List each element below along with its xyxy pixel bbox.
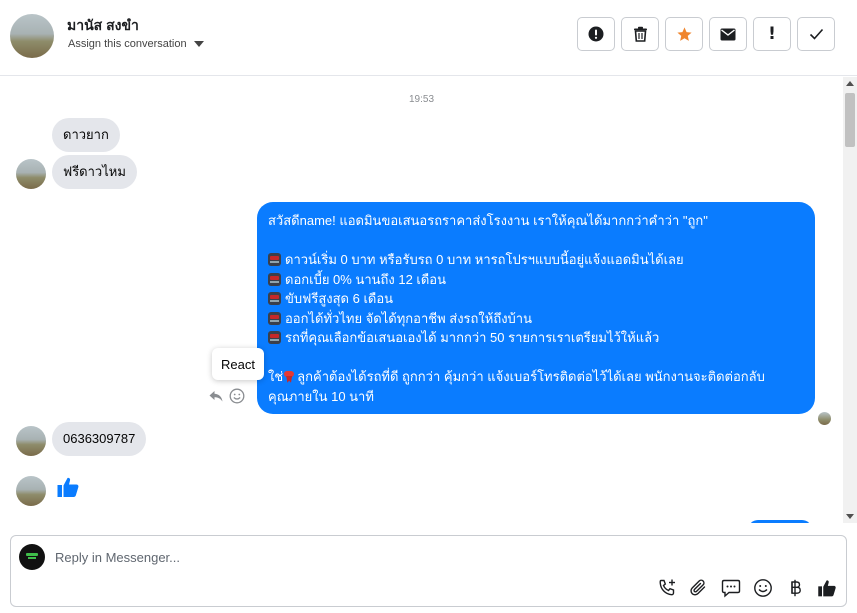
scroll-thumb[interactable] (845, 93, 855, 147)
chat-bubble-icon (721, 579, 740, 598)
send-like-button[interactable] (816, 577, 837, 598)
spam-button[interactable]: ! (753, 17, 791, 51)
delete-button[interactable] (621, 17, 659, 51)
paperclip-icon (689, 578, 705, 595)
phone-plus-icon (659, 579, 675, 595)
mark-done-button[interactable] (797, 17, 835, 51)
star-icon (676, 26, 692, 41)
react-tooltip: React (212, 348, 264, 380)
chevron-down-icon (193, 41, 204, 47)
message-scrollbar[interactable] (843, 77, 857, 523)
trash-icon (633, 26, 647, 42)
outgoing-message[interactable]: สวัสดีname! แอดมินขอเสนอรถราคาส่งโรงงาน … (257, 202, 815, 414)
mark-unread-button[interactable] (709, 17, 747, 51)
message-line: ขับฟรีสูงสุด 6 เดือน (285, 291, 394, 306)
emoji-icon (753, 578, 772, 597)
message-composer (10, 535, 847, 607)
composer-toolbar (656, 577, 837, 598)
conversation-header: มานัส สงขำ Assign this conversation ! (0, 0, 857, 76)
header-actions: ! (577, 17, 835, 51)
scroll-up-arrow[interactable] (846, 81, 854, 86)
message-line: รถที่คุณเลือกข้อเสนอเองได้ มากกว่า 50 รา… (285, 330, 660, 345)
car-emoji-icon (268, 272, 281, 286)
incoming-message[interactable]: 0636309787 (52, 422, 147, 456)
reply-icon[interactable] (208, 388, 224, 404)
message-line: ใช่ (268, 369, 284, 384)
exclamation-icon: ! (768, 24, 776, 44)
message-line: ลูกค้าต้องได้รถที่ดี ถูกกว่า คุ้มกว่า แจ… (297, 369, 765, 384)
assign-label: Assign this conversation (68, 38, 187, 50)
alert-button[interactable] (577, 17, 615, 51)
avatar (16, 426, 46, 456)
smiley-react-icon[interactable] (229, 388, 245, 404)
message-line: ออกได้ทั่วไทย จัดได้ทุกอาชีพ ส่งรถให้ถึง… (285, 310, 532, 326)
message-timestamp: 19:53 (408, 94, 435, 105)
alert-circle-icon (588, 26, 604, 42)
checkmark-icon (809, 28, 823, 40)
incoming-message[interactable]: ฟรีดาวไหม (52, 155, 137, 189)
call-button[interactable] (656, 577, 677, 598)
thumbs-up-icon (817, 579, 836, 596)
envelope-icon (720, 28, 736, 40)
message-line: ดอกเบี้ย 0% นานถึง 12 เดือน (285, 271, 447, 287)
car-emoji-icon (268, 311, 281, 325)
incoming-message[interactable]: ดาวยาก (52, 118, 120, 152)
thumbs-up-icon[interactable] (56, 475, 80, 499)
star-button[interactable] (665, 17, 703, 51)
outgoing-message[interactable] (748, 520, 812, 523)
assign-conversation-dropdown[interactable]: Assign this conversation (68, 38, 204, 50)
car-emoji-icon (268, 292, 281, 306)
reply-input[interactable] (55, 546, 755, 568)
ribbon-emoji-icon (283, 370, 295, 384)
attach-button[interactable] (688, 577, 709, 598)
message-line: ดาวน์เริ่ม 0 บาท หรือรับรถ 0 บาท หารถโปร… (285, 252, 684, 267)
scroll-down-arrow[interactable] (846, 514, 854, 519)
car-emoji-icon (268, 331, 281, 345)
payment-button[interactable] (784, 577, 805, 598)
message-line: สวัสดีname! แอดมินขอเสนอรถราคาส่งโรงงาน … (268, 213, 708, 228)
message-line: คุณภายใน 10 นาที (268, 388, 374, 404)
contact-name[interactable]: มานัส สงขำ (67, 15, 139, 37)
emoji-button[interactable] (752, 577, 773, 598)
avatar (16, 476, 46, 506)
saved-replies-button[interactable] (720, 577, 741, 598)
avatar[interactable] (10, 14, 54, 58)
page-avatar (19, 544, 45, 570)
message-thread[interactable]: 19:53 ดาวยาก ฟรีดาวไหม สวัสดีname! แอดมิ… (0, 77, 843, 523)
seen-avatar (818, 412, 831, 425)
car-emoji-icon (268, 253, 281, 267)
avatar (16, 159, 46, 189)
baht-icon (790, 579, 801, 596)
